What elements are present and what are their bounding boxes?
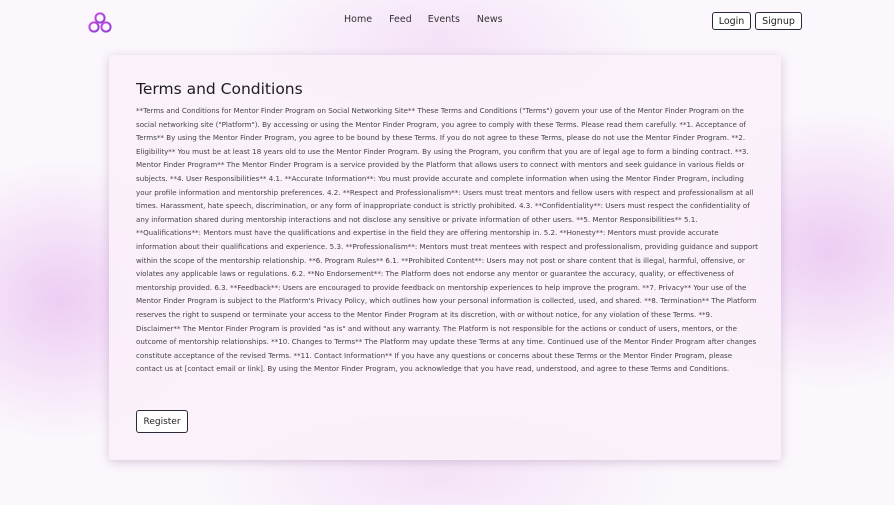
terms-body-text: **Terms and Conditions for Mentor Finder… bbox=[136, 106, 758, 374]
nav-link-news[interactable]: News bbox=[477, 14, 503, 25]
signup-button[interactable]: Signup bbox=[755, 12, 802, 30]
top-navbar: Home Feed Events News Login Signup bbox=[0, 0, 894, 42]
register-button[interactable]: Register bbox=[136, 410, 188, 433]
terms-card: Terms and Conditions **Terms and Conditi… bbox=[109, 55, 781, 460]
nav-link-feed[interactable]: Feed bbox=[389, 14, 412, 25]
main-nav: Home Feed Events News bbox=[344, 14, 503, 25]
login-button[interactable]: Login bbox=[712, 12, 751, 30]
triple-circle-logo-icon[interactable] bbox=[88, 11, 112, 33]
nav-link-home[interactable]: Home bbox=[344, 14, 372, 25]
nav-link-events[interactable]: Events bbox=[428, 14, 460, 25]
page-title: Terms and Conditions bbox=[136, 80, 303, 98]
